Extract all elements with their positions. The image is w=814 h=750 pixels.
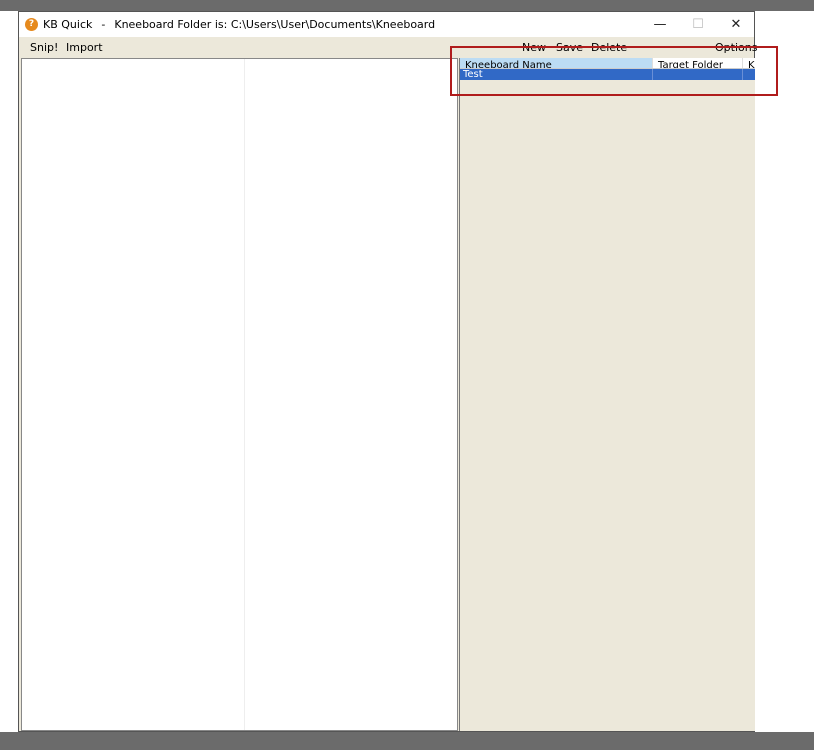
top-bar	[0, 0, 814, 11]
snip-button[interactable]: Snip!	[30, 41, 58, 54]
highlight-box	[450, 46, 778, 96]
kneeboard-list[interactable]: Kneeboard Name Target Folder Kl Test	[459, 58, 755, 731]
app-icon: ?	[25, 18, 38, 31]
title-separator: -	[101, 18, 106, 31]
minimize-button[interactable]: —	[641, 12, 679, 37]
bottom-bar	[0, 732, 814, 750]
app-window: ? KB Quick - Kneeboard Folder is: C:\Use…	[18, 11, 757, 732]
snip-canvas[interactable]	[21, 58, 458, 731]
maximize-button[interactable]: ☐	[679, 12, 717, 37]
close-button[interactable]: ✕	[717, 12, 755, 37]
import-button[interactable]: Import	[66, 41, 103, 54]
app-name: KB Quick	[43, 18, 93, 31]
title-bar: ? KB Quick - Kneeboard Folder is: C:\Use…	[19, 12, 754, 37]
divider	[244, 59, 245, 730]
folder-path: Kneeboard Folder is: C:\Users\User\Docum…	[114, 18, 436, 31]
